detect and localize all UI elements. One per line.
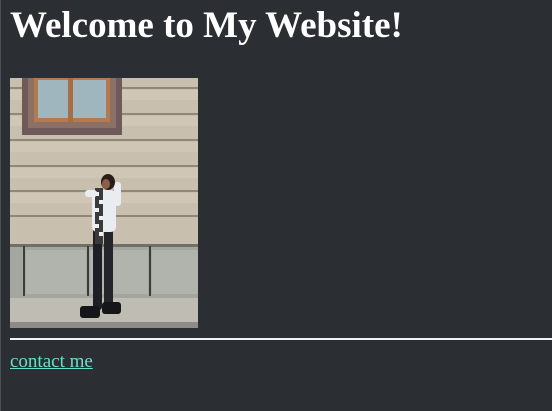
page-edge	[0, 0, 1, 411]
page-title: Welcome to My Website!	[10, 5, 403, 46]
contact-me-link[interactable]: contact me	[10, 350, 93, 374]
profile-photo	[10, 78, 198, 328]
horizontal-rule	[10, 338, 552, 340]
